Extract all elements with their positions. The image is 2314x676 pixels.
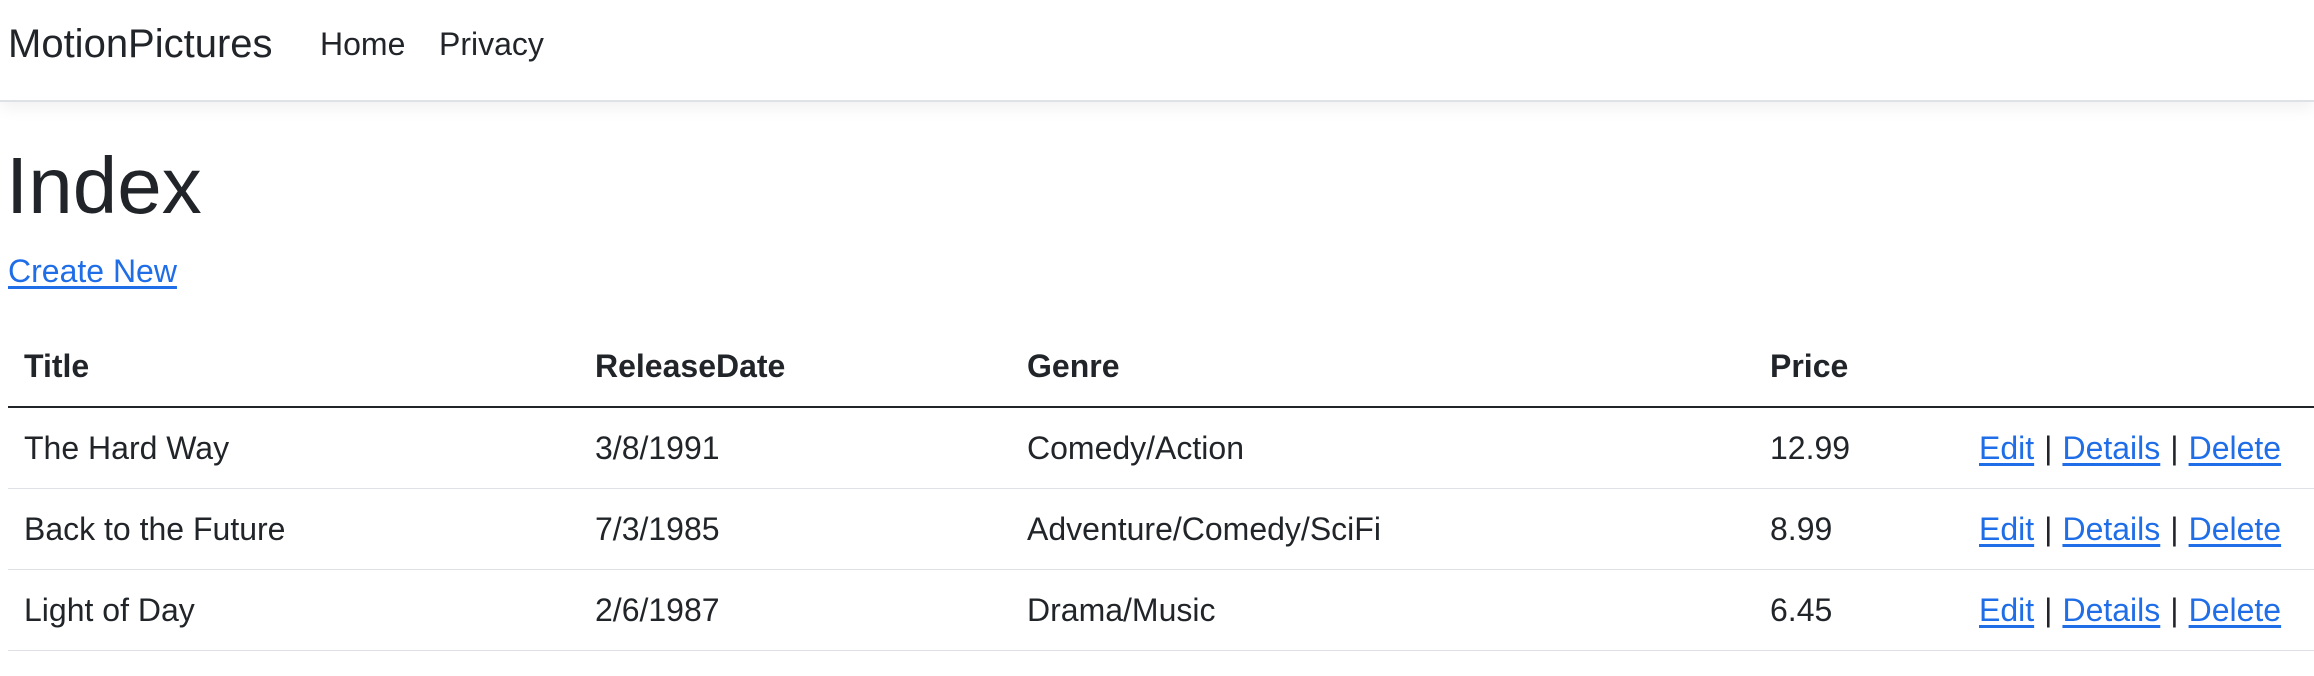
table-row: The Hard Way 3/8/1991 Comedy/Action 12.9… xyxy=(8,407,2314,489)
header-genre: Genre xyxy=(1011,326,1754,408)
header-release-date: ReleaseDate xyxy=(579,326,1011,408)
cell-release-date: 7/3/1985 xyxy=(579,488,1011,570)
top-navbar: MotionPictures Home Privacy xyxy=(0,0,2314,102)
edit-link[interactable]: Edit xyxy=(1979,511,2034,547)
cell-title: Back to the Future xyxy=(8,488,579,570)
action-separator: | xyxy=(2170,429,2179,466)
action-separator: | xyxy=(2044,429,2053,466)
details-link[interactable]: Details xyxy=(2062,511,2160,547)
cell-title: The Hard Way xyxy=(8,407,579,489)
header-actions xyxy=(1963,326,2314,408)
brand-link[interactable]: MotionPictures xyxy=(8,20,273,68)
delete-link[interactable]: Delete xyxy=(2189,430,2282,466)
cell-genre: Adventure/Comedy/SciFi xyxy=(1011,488,1754,570)
cell-price: 12.99 xyxy=(1754,407,1963,489)
delete-link[interactable]: Delete xyxy=(2189,511,2282,547)
cell-price: 8.99 xyxy=(1754,488,1963,570)
action-separator: | xyxy=(2044,510,2053,547)
table-header-row: Title ReleaseDate Genre Price xyxy=(8,326,2314,408)
header-price: Price xyxy=(1754,326,1963,408)
page-title: Index xyxy=(6,141,202,230)
cell-release-date: 3/8/1991 xyxy=(579,407,1011,489)
action-separator: | xyxy=(2170,591,2179,628)
cell-genre: Comedy/Action xyxy=(1011,407,1754,489)
action-separator: | xyxy=(2044,591,2053,628)
cell-actions: Edit | Details | Delete xyxy=(1963,488,2314,570)
table-row: Back to the Future 7/3/1985 Adventure/Co… xyxy=(8,488,2314,570)
cell-release-date: 2/6/1987 xyxy=(579,569,1011,651)
details-link[interactable]: Details xyxy=(2062,592,2160,628)
details-link[interactable]: Details xyxy=(2062,430,2160,466)
nav-privacy-link[interactable]: Privacy xyxy=(439,22,544,66)
nav-home-link[interactable]: Home xyxy=(320,22,405,66)
header-title: Title xyxy=(8,326,579,408)
movies-table: Title ReleaseDate Genre Price The Hard W… xyxy=(8,326,2314,651)
action-separator: | xyxy=(2170,510,2179,547)
delete-link[interactable]: Delete xyxy=(2189,592,2282,628)
edit-link[interactable]: Edit xyxy=(1979,592,2034,628)
cell-actions: Edit | Details | Delete xyxy=(1963,407,2314,489)
edit-link[interactable]: Edit xyxy=(1979,430,2034,466)
create-new-link[interactable]: Create New xyxy=(8,250,177,292)
cell-title: Light of Day xyxy=(8,569,579,651)
cell-actions: Edit | Details | Delete xyxy=(1963,569,2314,651)
table-row: Light of Day 2/6/1987 Drama/Music 6.45 E… xyxy=(8,569,2314,651)
cell-genre: Drama/Music xyxy=(1011,569,1754,651)
cell-price: 6.45 xyxy=(1754,569,1963,651)
